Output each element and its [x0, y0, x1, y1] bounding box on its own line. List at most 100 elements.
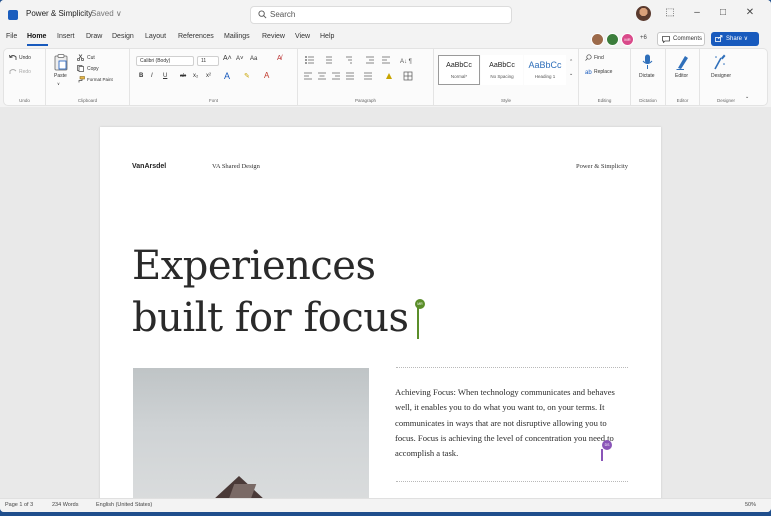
svg-text:A↓ ¶: A↓ ¶: [400, 59, 412, 65]
paste-label[interactable]: Paste: [54, 73, 67, 79]
style-preview: AaBbCc: [528, 60, 562, 70]
find-label[interactable]: Find: [594, 55, 604, 61]
page-count[interactable]: Page 1 of 3: [5, 502, 33, 508]
grow-font-icon[interactable]: A˄: [223, 55, 232, 62]
tab-help[interactable]: Help: [320, 33, 334, 40]
maximize-icon[interactable]: □: [716, 7, 730, 18]
clipboard-group-label: Clipboard: [77, 98, 98, 103]
paste-icon[interactable]: [54, 54, 68, 71]
body-paragraph[interactable]: Achieving Focus: When technology communi…: [395, 385, 617, 461]
saved-status[interactable]: Saved ∨: [91, 9, 122, 18]
undo-group-label: Undo: [19, 98, 30, 103]
cut-label[interactable]: Cut: [87, 55, 95, 61]
comments-button[interactable]: Comments: [657, 32, 705, 46]
collaborator-avatar[interactable]: [606, 33, 619, 46]
tab-file[interactable]: File: [6, 33, 17, 40]
divider-top: [396, 367, 628, 368]
clipboard-group: Paste ∨ Cut Copy Format Paint Clipboard: [46, 49, 130, 105]
styles-scroll-icon[interactable]: ⌃: [569, 59, 573, 65]
find-icon[interactable]: [585, 54, 592, 61]
collaborator-cursor-flag: MR: [415, 299, 425, 309]
search-box[interactable]: Search: [250, 6, 512, 24]
italic-button[interactable]: I: [151, 73, 153, 79]
font-color-icon[interactable]: A: [264, 71, 269, 80]
designer-label[interactable]: Designer: [711, 73, 731, 79]
tab-references[interactable]: References: [178, 33, 214, 40]
cut-icon[interactable]: [77, 54, 84, 61]
superscript-button[interactable]: x²: [206, 73, 211, 79]
ribbon: Undo Redo Undo Paste ∨ Cut Copy Format P…: [3, 48, 768, 106]
tab-view[interactable]: View: [295, 33, 310, 40]
word-app-icon: [8, 10, 18, 20]
redo-label[interactable]: Redo: [19, 69, 31, 75]
styles-more-icon[interactable]: ⌄: [569, 71, 573, 77]
share-icon: [715, 35, 723, 42]
copy-label[interactable]: Copy: [87, 66, 99, 72]
headline-line-2: built for focus: [132, 295, 409, 341]
title-bar: Power & Simplicity Saved ∨ Search ⬚ – □ …: [0, 0, 771, 30]
tab-insert[interactable]: Insert: [57, 33, 75, 40]
editor-icon[interactable]: [676, 54, 689, 70]
minimize-icon[interactable]: –: [690, 7, 704, 18]
zoom-level[interactable]: 50%: [745, 502, 756, 508]
style-heading-1[interactable]: AaBbCc Heading 1: [524, 55, 566, 85]
language-status[interactable]: English (United States): [96, 502, 152, 508]
designer-icon[interactable]: [713, 54, 726, 70]
header-doc-name: Power & Simplicity: [576, 163, 628, 170]
font-size-select[interactable]: 11: [197, 56, 219, 66]
microphone-icon[interactable]: [642, 54, 653, 70]
document-title[interactable]: Power & Simplicity: [26, 9, 92, 18]
replace-icon[interactable]: ab: [585, 68, 592, 75]
document-image[interactable]: [133, 368, 369, 502]
collaborator-avatar-initials[interactable]: MR: [621, 33, 634, 46]
bold-button[interactable]: B: [139, 73, 143, 79]
tab-home[interactable]: Home: [27, 33, 46, 40]
undo-icon[interactable]: [9, 54, 17, 61]
paragraph-group: A↓ ¶ Paragraph: [298, 49, 434, 105]
font-family-select[interactable]: Calibri (Body): [136, 56, 194, 66]
text-effects-icon[interactable]: A: [224, 71, 230, 81]
format-painter-label[interactable]: Format Paint: [87, 77, 113, 82]
copy-icon[interactable]: [77, 65, 84, 72]
share-button[interactable]: Share ∨: [711, 32, 759, 46]
collaborator-avatar[interactable]: [591, 33, 604, 46]
close-icon[interactable]: ✕: [743, 7, 757, 18]
undo-label[interactable]: Undo: [19, 55, 31, 61]
replace-label[interactable]: Replace: [594, 69, 612, 75]
user-avatar[interactable]: [636, 6, 651, 21]
dictate-label[interactable]: Dictate: [639, 73, 655, 79]
clear-formatting-icon[interactable]: A̸: [277, 55, 282, 62]
underline-button[interactable]: U: [163, 73, 167, 79]
header-title: VA Shared Design: [212, 163, 260, 170]
highlight-icon[interactable]: ✎: [244, 72, 250, 80]
editor-group-label: Editor: [676, 98, 689, 103]
active-tab-indicator: [27, 44, 48, 46]
format-painter-icon[interactable]: [77, 76, 85, 83]
style-normal[interactable]: AaBbCc Normal*: [438, 55, 480, 85]
list-controls-icon[interactable]: A↓ ¶: [304, 55, 430, 65]
collapse-ribbon-chevron-icon[interactable]: ⌄: [745, 94, 749, 100]
collaborator-count[interactable]: +6: [640, 35, 647, 41]
paste-dropdown-icon[interactable]: ∨: [57, 81, 60, 86]
document-page[interactable]: VanArsdel VA Shared Design Power & Simpl…: [100, 127, 661, 502]
redo-icon[interactable]: [9, 68, 17, 75]
tab-mailings[interactable]: Mailings: [224, 33, 250, 40]
tab-design[interactable]: Design: [112, 33, 134, 40]
dictation-group: Dictate Dictation: [631, 49, 666, 105]
collapse-ribbon-icon[interactable]: ⬚: [663, 7, 677, 18]
tab-review[interactable]: Review: [262, 33, 285, 40]
document-canvas[interactable]: VanArsdel VA Shared Design Power & Simpl…: [0, 107, 771, 502]
style-no-spacing[interactable]: AaBbCc No Spacing: [481, 55, 523, 85]
change-case-icon[interactable]: Aa: [250, 56, 257, 62]
strikethrough-button[interactable]: ab: [180, 73, 186, 79]
alignment-controls-icon[interactable]: [304, 71, 430, 81]
editor-label[interactable]: Editor: [675, 73, 688, 79]
word-count[interactable]: 234 Words: [52, 502, 79, 508]
tab-draw[interactable]: Draw: [86, 33, 102, 40]
svg-text:ab: ab: [585, 70, 592, 75]
tab-layout[interactable]: Layout: [145, 33, 166, 40]
shrink-font-icon[interactable]: A˅: [236, 56, 244, 62]
subscript-button[interactable]: x₂: [193, 73, 198, 79]
headline[interactable]: Experiences built for focus: [132, 240, 409, 344]
font-group: Calibri (Body) 11 A˄ A˅ Aa A̸ B I U ab x…: [130, 49, 298, 105]
